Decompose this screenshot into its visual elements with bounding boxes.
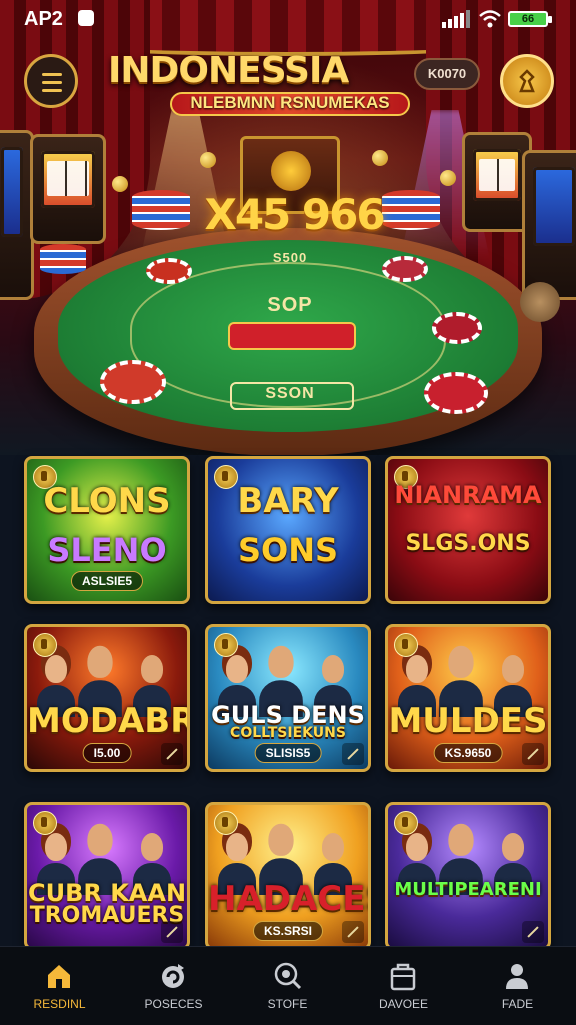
game-tile[interactable]: HADACESKS.SRSI [205, 802, 371, 950]
chip [382, 256, 428, 282]
notification-icon [78, 10, 94, 26]
nav-item-deposit[interactable]: DAVOEE [346, 947, 461, 1025]
game-tag: SLISIS5 [254, 743, 322, 763]
refresh-icon [162, 964, 184, 988]
app-title: INDONESSIA [108, 50, 349, 91]
game-tile[interactable]: MULDES KS.9650 [385, 624, 551, 772]
game-title: NIANRAMA [394, 481, 542, 509]
game-tile[interactable]: MULTIPEARENI [385, 802, 551, 950]
floating-coin [440, 170, 456, 186]
coin-badge-icon [33, 633, 57, 657]
expand-icon[interactable] [342, 743, 364, 765]
game-tile[interactable]: CUBR KAAN TROMAUERS [24, 802, 190, 950]
nav-label-search: STOFE [267, 997, 308, 1011]
bag-icon [390, 963, 416, 991]
reward-coin-button[interactable] [500, 54, 554, 108]
game-subtitle: COLLTSIEKUNS [230, 725, 346, 741]
floating-coin [200, 152, 216, 168]
expand-icon[interactable] [161, 743, 183, 765]
expand-icon[interactable] [522, 743, 544, 765]
game-tile[interactable]: NIANRAMA SLGS.ONS [385, 456, 551, 604]
chip-stack-left [132, 190, 190, 230]
game-subtitle: SLENO [47, 531, 167, 569]
coin-badge-icon [214, 633, 238, 657]
game-subtitle: SONS [237, 531, 339, 569]
felt-top-label: S500 [272, 250, 308, 265]
nav-item-search[interactable]: STOFE [230, 947, 345, 1025]
nav-label-deposit: DAVOEE [378, 997, 429, 1011]
game-tag: ASLSIE5 [70, 571, 144, 591]
game-tile[interactable]: BARY SONS [205, 456, 371, 604]
coin-badge-icon [214, 811, 238, 835]
slot-machine-left [0, 130, 34, 300]
game-tile[interactable]: GULS DENS COLLTSIEKUNS SLISIS5 [205, 624, 371, 772]
home-icon [48, 965, 70, 988]
game-title: BARY [237, 481, 339, 521]
floating-coin [520, 282, 560, 322]
nav-item-profile[interactable]: FADE [460, 947, 575, 1025]
floating-coin [112, 176, 128, 192]
balance-pill[interactable]: K0070 [414, 58, 480, 90]
game-tag: KS.9650 [433, 743, 503, 763]
floating-coin [372, 150, 388, 166]
chip [100, 360, 166, 404]
wifi-icon [479, 10, 501, 28]
felt-center-label: SOP [267, 294, 313, 316]
game-tag: KS.SRSI [252, 921, 324, 941]
search-icon [274, 962, 302, 990]
profile-icon [506, 964, 528, 989]
coin-badge-icon [33, 811, 57, 835]
game-title: MODABR [27, 701, 190, 741]
game-title: HADACES [208, 879, 368, 919]
carrier-label: AP2 [24, 8, 63, 30]
nav-label-home: RESDINL [33, 997, 86, 1011]
signal-icon [442, 10, 470, 28]
reward-icon [519, 69, 535, 93]
nav-item-home[interactable]: RESDINL [2, 947, 117, 1025]
app-subtitle: NLEBMNN RSNUMEKAS [190, 93, 390, 112]
nav-item-promotions[interactable]: POSECES [116, 947, 231, 1025]
game-subtitle: SLGS.ONS [405, 531, 531, 556]
chip [432, 312, 482, 344]
menu-button[interactable] [24, 54, 78, 108]
coin-badge-icon [394, 633, 418, 657]
nav-label-promotions: POSECES [144, 997, 203, 1011]
expand-icon[interactable] [522, 921, 544, 943]
hero-banner: S500 SOP SSON INDONESSIA NLEBMNN RSNUMEK… [0, 0, 576, 455]
expand-icon[interactable] [342, 921, 364, 943]
jackpot-amount: X45 966 [204, 190, 385, 239]
chip [146, 258, 192, 284]
game-title: MULTIPEARENI [394, 879, 542, 900]
battery-icon: 66 [508, 11, 552, 27]
chip [424, 372, 488, 414]
nav-label-profile: FADE [501, 997, 534, 1011]
game-title: CLONS [43, 481, 171, 521]
game-tile[interactable]: MODABR I5.00 [24, 624, 190, 772]
game-tile[interactable]: CLONS SLENO ASLSIE5 [24, 456, 190, 604]
chip-stack-far-left [40, 244, 86, 274]
expand-icon[interactable] [161, 921, 183, 943]
coin-badge-icon [394, 811, 418, 835]
felt-bottom-label: SSON [265, 385, 315, 402]
bet-box [230, 324, 354, 348]
game-title: MULDES [388, 701, 548, 741]
game-tag: I5.00 [82, 743, 132, 763]
slot-machine-left-2 [30, 134, 106, 244]
bottom-nav: RESDINL POSECES STOFE DAVOEE FADE [0, 946, 576, 1025]
status-bar: AP2 66 [0, 0, 576, 40]
slot-machine-right-2 [522, 150, 576, 300]
